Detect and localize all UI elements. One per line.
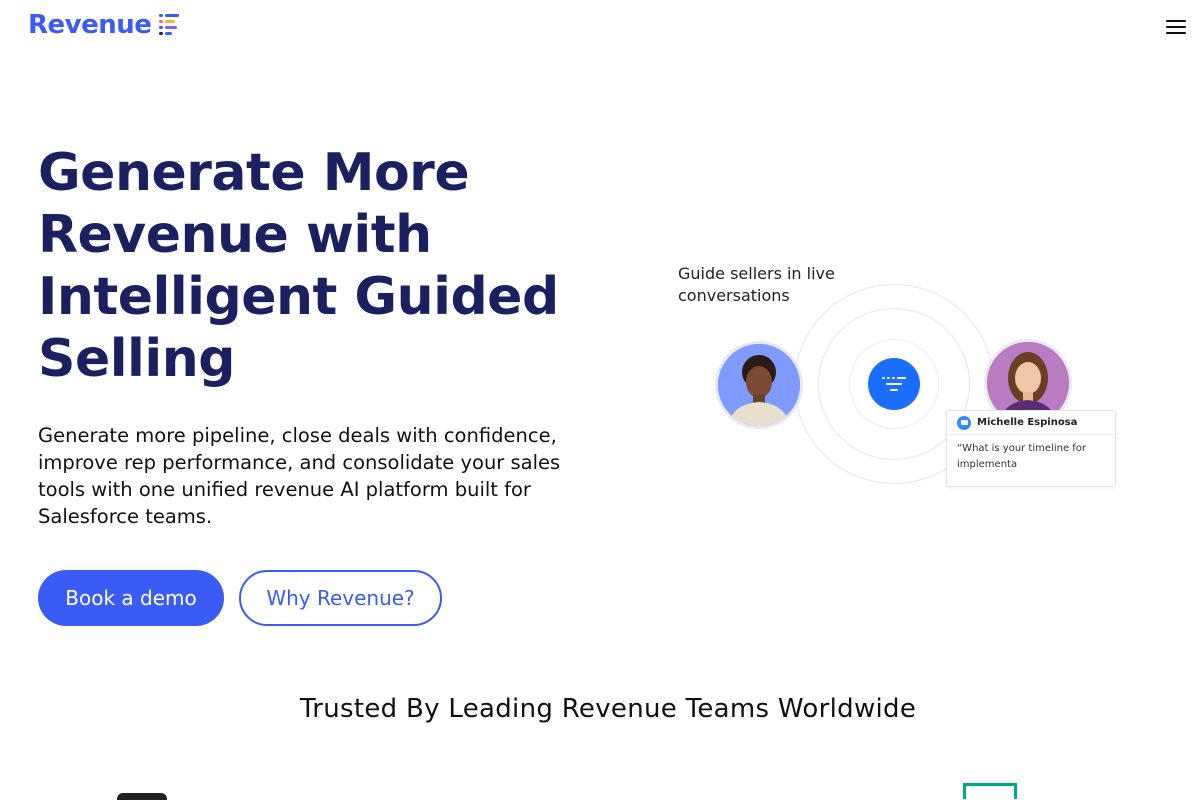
revenue-logo[interactable]: Revenue [28,10,183,40]
guided-selling-illustration: Guide sellers in live conversations Mich… [660,250,1140,510]
revenue-mark-icon [868,358,920,410]
illustration-caption: Guide sellers in live conversations [678,264,835,305]
customer-logo [117,793,167,800]
trusted-heading: Trusted By Leading Revenue Teams Worldwi… [299,694,917,724]
logo-mark-icon [159,14,180,35]
chat-message: “What is your timeline for implementa [957,443,1087,470]
why-revenue-button[interactable]: Why Revenue? [239,570,442,626]
chat-card: Michelle Espinosa “What is your timeline… [946,410,1116,487]
book-demo-button[interactable]: Book a demo [38,570,224,626]
video-call-icon [957,415,971,430]
chat-header: Michelle Espinosa [947,411,1115,435]
chat-participant-name: Michelle Espinosa [977,417,1078,428]
hero-title: Generate More Revenue with Intelligent G… [38,143,559,389]
customer-logo [963,783,1017,799]
hero-subtitle: Generate more pipeline, close deals with… [38,424,561,528]
seller-avatar [715,341,803,429]
logo-text: Revenue [28,10,152,40]
site-header: Revenue [0,0,1200,56]
hamburger-icon[interactable] [1166,20,1186,36]
